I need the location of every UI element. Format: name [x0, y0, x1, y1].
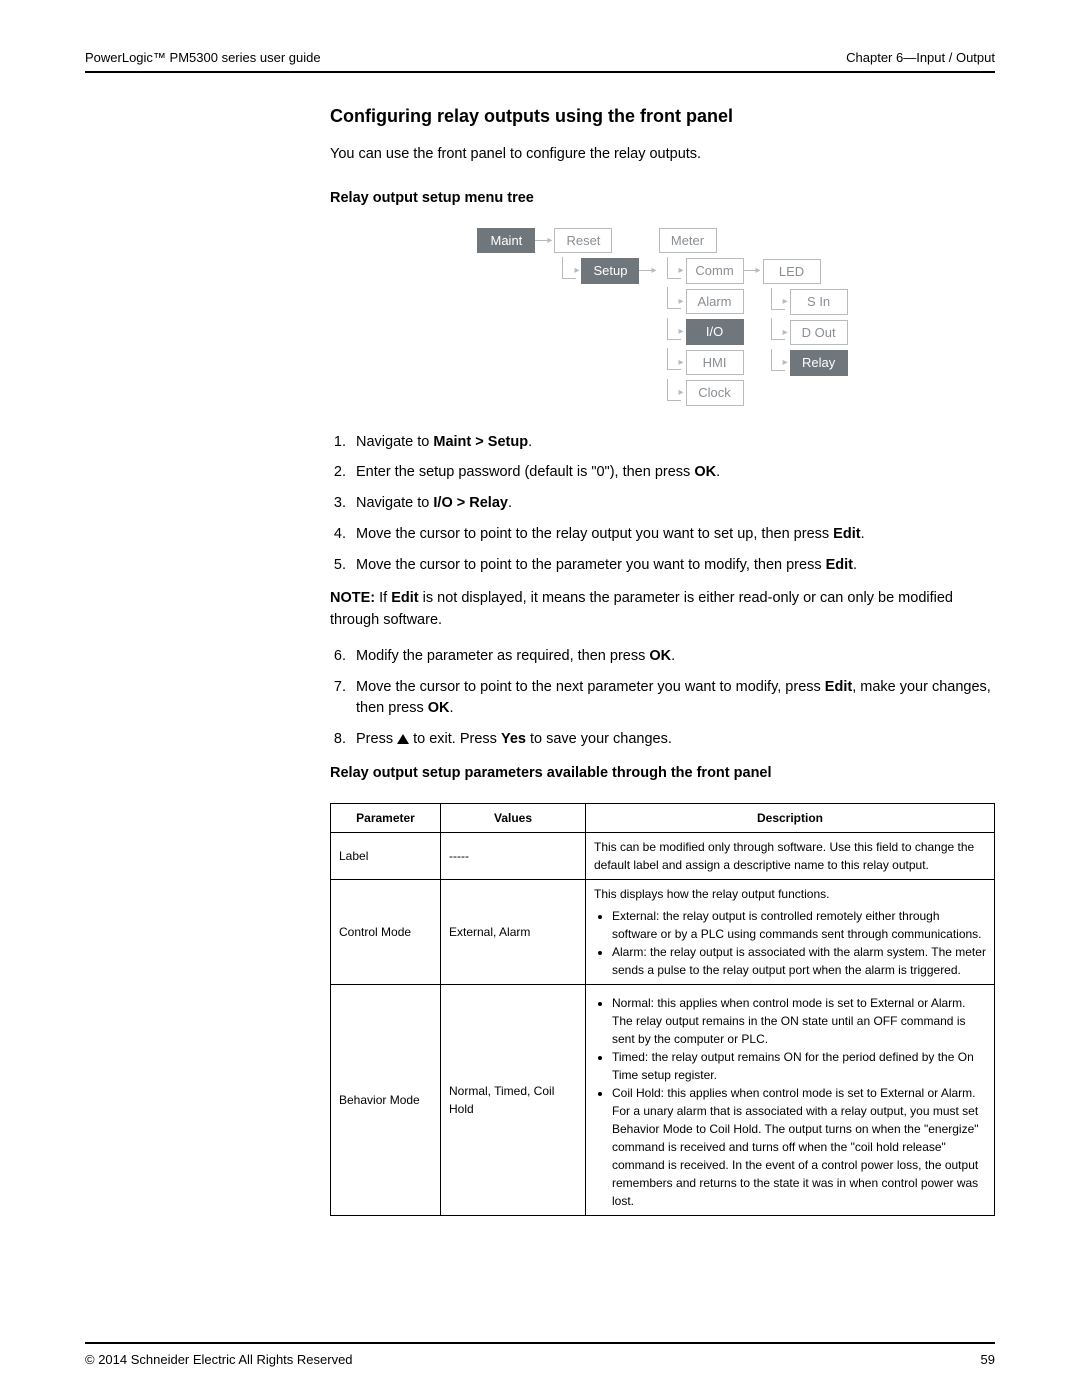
page-header: PowerLogic™ PM5300 series user guide Cha…	[85, 50, 995, 73]
footer-copyright: © 2014 Schneider Electric All Rights Res…	[85, 1352, 353, 1367]
tree-node-sin: S In	[790, 289, 848, 315]
list-item: Move the cursor to point to the paramete…	[350, 555, 995, 577]
tree-node-reset: Reset	[554, 228, 612, 254]
tree-node-alarm: Alarm	[686, 289, 744, 315]
tree-node-setup: Setup	[581, 258, 639, 284]
menu-tree-heading: Relay output setup menu tree	[330, 188, 995, 210]
steps-list-2: Modify the parameter as required, then p…	[330, 646, 995, 751]
tree-node-relay: Relay	[790, 350, 848, 376]
tree-node-clock: Clock	[686, 380, 744, 406]
table-row: Control ModeExternal, AlarmThis displays…	[331, 879, 995, 984]
page-title: Configuring relay outputs using the fron…	[330, 103, 995, 130]
table-row: Label-----This can be modified only thro…	[331, 832, 995, 879]
list-item: Enter the setup password (default is "0"…	[350, 462, 995, 484]
col-header-values: Values	[441, 803, 586, 832]
note-paragraph: NOTE: If Edit is not displayed, it means…	[330, 588, 995, 632]
list-item: Navigate to Maint > Setup.	[350, 432, 995, 454]
menu-tree-diagram: Maint ▸ Reset ▸ Setup ▸	[330, 228, 995, 406]
tree-node-led: LED	[763, 259, 821, 285]
list-item: Move the cursor to point to the next par…	[350, 677, 995, 721]
page-footer: © 2014 Schneider Electric All Rights Res…	[85, 1342, 995, 1367]
col-header-description: Description	[586, 803, 995, 832]
tree-node-maint: Maint	[477, 228, 535, 254]
tree-node-meter: Meter	[659, 228, 717, 254]
header-right: Chapter 6—Input / Output	[846, 50, 995, 65]
content-area: Configuring relay outputs using the fron…	[330, 103, 995, 1216]
up-arrow-icon	[397, 734, 409, 744]
tree-node-comm: Comm	[686, 258, 744, 284]
note-label: NOTE:	[330, 590, 375, 606]
col-header-parameter: Parameter	[331, 803, 441, 832]
intro-text: You can use the front panel to configure…	[330, 144, 995, 166]
tree-node-hmi: HMI	[686, 350, 744, 376]
table-row: Behavior ModeNormal, Timed, Coil HoldNor…	[331, 984, 995, 1215]
footer-page-number: 59	[981, 1352, 995, 1367]
steps-list-1: Navigate to Maint > Setup. Enter the setu…	[330, 432, 995, 577]
header-left: PowerLogic™ PM5300 series user guide	[85, 50, 321, 65]
parameters-table: Parameter Values Description Label-----T…	[330, 803, 995, 1216]
table-heading: Relay output setup parameters available …	[330, 763, 995, 785]
tree-node-dout: D Out	[790, 320, 848, 346]
list-item: Move the cursor to point to the relay ou…	[350, 524, 995, 546]
list-item: Modify the parameter as required, then p…	[350, 646, 995, 668]
tree-node-io: I/O	[686, 319, 744, 345]
list-item: Press to exit. Press Yes to save your ch…	[350, 729, 995, 751]
list-item: Navigate to I/O > Relay.	[350, 493, 995, 515]
